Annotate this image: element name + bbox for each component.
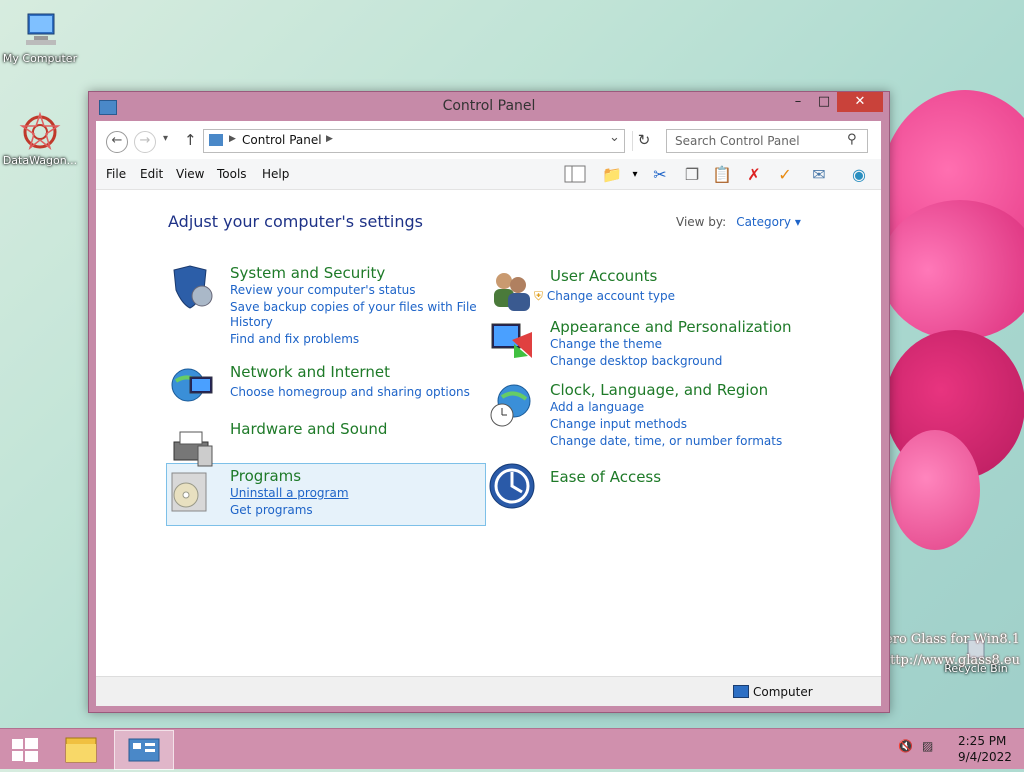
breadcrumb-chevron-icon[interactable]: ▶ [326, 134, 333, 144]
link-review-status[interactable]: Review your computer's status [230, 283, 416, 297]
clock-globe-icon [488, 381, 536, 429]
link-add-language[interactable]: Add a language [550, 400, 644, 414]
category-title[interactable]: Appearance and Personalization [550, 318, 792, 336]
content-area: Adjust your computer's settings View by:… [96, 190, 881, 677]
forward-button[interactable]: → [134, 131, 156, 153]
breadcrumb-separator-icon: ▶ [229, 134, 236, 144]
address-dropdown-button[interactable]: ⌄ [609, 130, 620, 145]
address-bar[interactable]: ▶ Control Panel ▶ ⌄ [203, 129, 625, 153]
menu-help[interactable]: Help [262, 167, 289, 181]
speaker-muted-icon[interactable]: 🔇 [898, 739, 913, 753]
link-save-backup[interactable]: Save backup copies of your files with Fi… [230, 300, 477, 314]
category-title[interactable]: Programs [230, 467, 301, 485]
view-by: View by: Category ▾ [676, 215, 801, 229]
back-button[interactable]: ← [106, 131, 128, 153]
programs-disc-icon [168, 467, 216, 515]
category-title[interactable]: Ease of Access [550, 468, 661, 486]
ease-of-access-icon [488, 462, 536, 510]
wallpaper-petal [890, 430, 980, 550]
dropdown-arrow-icon[interactable]: ▾ [624, 165, 646, 185]
users-icon [488, 267, 536, 315]
link-change-desktop-background[interactable]: Change desktop background [550, 354, 722, 368]
category-title[interactable]: Clock, Language, and Region [550, 381, 768, 399]
delete-icon[interactable]: ✗ [743, 165, 765, 185]
category-title[interactable]: Hardware and Sound [230, 420, 387, 438]
start-button[interactable] [0, 730, 58, 768]
clock-time[interactable]: 2:25 PM [958, 734, 1006, 748]
search-box[interactable]: Search Control Panel ⚲ [666, 129, 868, 153]
close-button[interactable]: ✕ [837, 92, 883, 112]
folder-icon [65, 737, 97, 763]
link-change-theme[interactable]: Change the theme [550, 337, 662, 351]
menu-view[interactable]: View [176, 167, 204, 181]
appearance-monitor-icon [488, 318, 536, 366]
shield-icon [168, 264, 216, 312]
link-homegroup[interactable]: Choose homegroup and sharing options [230, 385, 470, 399]
search-input[interactable]: Search Control Panel [675, 134, 800, 148]
checkmark-icon[interactable]: ✓ [774, 165, 796, 185]
desktop-icon-my-computer[interactable]: My Computer [0, 10, 80, 65]
datawagon-icon [18, 111, 62, 152]
taskbar-control-panel[interactable] [114, 730, 174, 770]
watermark-line1: ero Glass for Win8.1 [885, 632, 1020, 647]
view-by-label: View by: [676, 215, 727, 229]
page-heading: Adjust your computer's settings [168, 212, 423, 231]
menu-bar: File Edit View Tools Help 📁 ▾ ✂ ❐ 📋 ✗ ✓ … [96, 159, 881, 190]
cut-icon[interactable]: ✂ [649, 165, 671, 185]
taskbar-file-explorer[interactable] [56, 730, 114, 768]
menu-tools[interactable]: Tools [217, 167, 247, 181]
category-title[interactable]: Network and Internet [230, 363, 390, 381]
recent-locations-chevron-icon[interactable]: ▾ [163, 133, 168, 144]
network-icon[interactable]: ▨ [922, 739, 933, 753]
status-text: Computer [753, 685, 813, 699]
category-title[interactable]: User Accounts [550, 267, 657, 285]
wallpaper-petal [880, 200, 1024, 340]
taskbar: 🔇 ▨ 2:25 PM 9/4/2022 [0, 728, 1024, 770]
status-bar: Computer [96, 676, 881, 706]
maximize-button[interactable]: □ [809, 92, 839, 112]
printer-icon [168, 424, 216, 472]
control-panel-icon [128, 738, 160, 762]
address-row: ← → ▾ ↑ ▶ Control Panel ▶ ⌄ ↻ Search Con… [96, 121, 881, 159]
copy-icon[interactable]: ❐ [681, 165, 703, 185]
breadcrumb-control-panel[interactable]: Control Panel [242, 133, 322, 147]
category-title[interactable]: System and Security [230, 264, 385, 282]
uac-shield-icon: ⛨ [534, 289, 544, 303]
paste-icon[interactable]: 📋 [711, 165, 733, 185]
computer-small-icon [733, 685, 749, 698]
link-change-account-type-label[interactable]: Change account type [547, 289, 675, 303]
windows-logo-icon [12, 738, 38, 762]
menu-edit[interactable]: Edit [140, 167, 163, 181]
menu-file[interactable]: File [106, 167, 126, 181]
control-panel-window: Control Panel – □ ✕ ← → ▾ ↑ ▶ Control Pa… [88, 91, 890, 713]
link-uninstall-program[interactable]: Uninstall a program [230, 486, 349, 500]
watermark-line2: http://www.glass8.eu [881, 653, 1020, 668]
window-client-area: ← → ▾ ↑ ▶ Control Panel ▶ ⌄ ↻ Search Con… [96, 121, 881, 706]
control-panel-small-icon [209, 134, 223, 146]
network-globe-icon [168, 363, 216, 411]
link-get-programs[interactable]: Get programs [230, 503, 313, 517]
computer-icon [18, 10, 62, 50]
window-title: Control Panel [442, 98, 536, 114]
refresh-button[interactable]: ↻ [632, 131, 655, 151]
preview-pane-icon[interactable] [564, 165, 586, 185]
link-change-input-methods[interactable]: Change input methods [550, 417, 687, 431]
link-change-account-type[interactable]: ⛨ Change account type [534, 289, 675, 304]
properties-icon[interactable]: ✉ [808, 165, 830, 185]
link-save-backup-cont[interactable]: History [230, 315, 273, 329]
title-bar[interactable]: Control Panel – □ ✕ [89, 92, 889, 120]
desktop-icon-datawagon[interactable]: DataWagon... [0, 111, 80, 167]
globe-icon[interactable]: ◉ [848, 165, 870, 185]
link-change-date-time[interactable]: Change date, time, or number formats [550, 434, 782, 448]
view-by-dropdown[interactable]: Category ▾ [736, 215, 801, 229]
link-find-fix[interactable]: Find and fix problems [230, 332, 359, 346]
up-button[interactable]: ↑ [184, 131, 197, 149]
desktop-icon-label: DataWagon... [2, 154, 78, 167]
search-icon[interactable]: ⚲ [847, 132, 857, 147]
desktop-icon-label: My Computer [2, 52, 78, 65]
clock-date[interactable]: 9/4/2022 [958, 750, 1012, 764]
folder-options-icon[interactable]: 📁 [601, 165, 623, 185]
